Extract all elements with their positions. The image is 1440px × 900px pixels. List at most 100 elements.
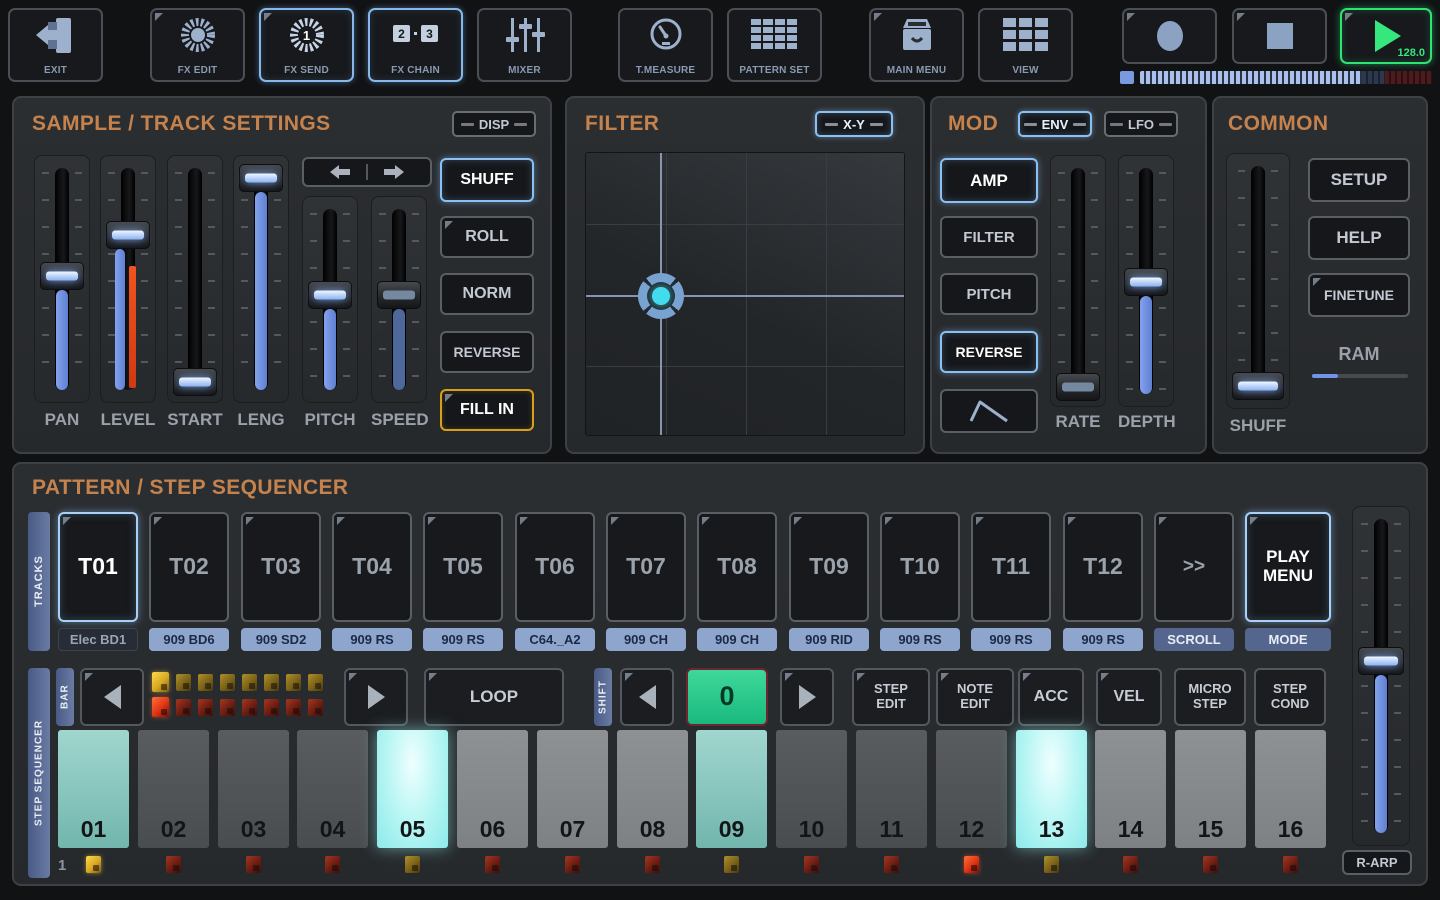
xy-cursor[interactable]: [638, 273, 684, 319]
exit-button[interactable]: EXIT: [8, 8, 103, 82]
slider-handle[interactable]: [1124, 268, 1168, 296]
start-slider[interactable]: [167, 155, 223, 403]
step-pad-10[interactable]: 10: [776, 730, 847, 848]
slider-handle[interactable]: [377, 281, 421, 309]
step-sequencer-tab[interactable]: STEP SEQUENCER: [28, 668, 50, 878]
fill-in-button[interactable]: FILL IN: [440, 389, 534, 431]
help-button[interactable]: HELP: [1308, 216, 1410, 260]
mod-pitch-button[interactable]: PITCH: [940, 273, 1038, 315]
step-pad-11[interactable]: 11: [856, 730, 927, 848]
step-pad-09[interactable]: 09: [696, 730, 767, 848]
track-button-t06[interactable]: T06: [515, 512, 595, 622]
step-pad-03[interactable]: 03: [218, 730, 289, 848]
speed-slider[interactable]: [371, 196, 427, 403]
vel-button[interactable]: VEL: [1096, 668, 1162, 726]
step-pad-05[interactable]: 05: [377, 730, 448, 848]
env-shape-button[interactable]: [940, 389, 1038, 433]
step-pad-12[interactable]: 12: [936, 730, 1007, 848]
fx-chain-button[interactable]: 2 3 FX CHAIN: [368, 8, 463, 82]
bar-tab[interactable]: BAR: [56, 668, 74, 726]
main-menu-button[interactable]: MAIN MENU: [869, 8, 964, 82]
track-button-t07[interactable]: T07: [606, 512, 686, 622]
t-measure-button[interactable]: T.MEASURE: [618, 8, 713, 82]
track-button-t12[interactable]: T12: [1063, 512, 1143, 622]
level-slider[interactable]: [100, 155, 156, 403]
prev-bar-button[interactable]: [80, 668, 144, 726]
mixer-button[interactable]: MIXER: [477, 8, 572, 82]
env-tab[interactable]: ENV: [1018, 111, 1092, 137]
counter-prev-button[interactable]: [620, 668, 674, 726]
pattern-master-slider[interactable]: [1352, 506, 1410, 846]
slider-handle[interactable]: [40, 262, 84, 290]
step-pad-06[interactable]: 06: [457, 730, 528, 848]
shift-counter-display[interactable]: 0: [686, 668, 768, 726]
fx-send-button[interactable]: 1 FX SEND: [259, 8, 354, 82]
lfo-tab[interactable]: LFO: [1104, 111, 1178, 137]
note-edit-button[interactable]: NOTE EDIT: [936, 668, 1014, 726]
mod-amp-button[interactable]: AMP: [940, 158, 1038, 203]
roll-button[interactable]: ROLL: [440, 216, 534, 258]
sample-nav-buttons[interactable]: [302, 157, 432, 187]
xy-mode-button[interactable]: X-Y: [815, 111, 893, 137]
depth-slider[interactable]: [1118, 155, 1174, 407]
step-cond-button[interactable]: STEP COND: [1254, 668, 1326, 726]
rate-slider[interactable]: [1050, 155, 1106, 407]
step-pad-02[interactable]: 02: [138, 730, 209, 848]
step-pad-01[interactable]: 01: [58, 730, 129, 848]
pan-slider[interactable]: [34, 155, 90, 403]
filter-xy-pad[interactable]: [585, 152, 905, 436]
step-edit-button[interactable]: STEP EDIT: [852, 668, 930, 726]
mod-reverse-button[interactable]: REVERSE: [940, 331, 1038, 373]
reverse-button[interactable]: REVERSE: [440, 331, 534, 373]
shuff-button[interactable]: SHUFF: [440, 158, 534, 202]
step-pad-15[interactable]: 15: [1175, 730, 1246, 848]
mod-filter-button[interactable]: FILTER: [940, 216, 1038, 258]
slider-handle[interactable]: [239, 164, 283, 192]
next-bar-button[interactable]: [344, 668, 408, 726]
view-button[interactable]: VIEW: [978, 8, 1073, 82]
leng-slider[interactable]: [233, 155, 289, 403]
track-button-t04[interactable]: T04: [332, 512, 412, 622]
pitch-slider[interactable]: [302, 196, 358, 403]
slider-handle[interactable]: [1358, 647, 1404, 675]
slider-handle[interactable]: [1232, 372, 1284, 400]
slider-handle[interactable]: [173, 368, 217, 396]
fx-edit-button[interactable]: FX EDIT: [150, 8, 245, 82]
setup-button[interactable]: SETUP: [1308, 158, 1410, 202]
step-pad-14[interactable]: 14: [1095, 730, 1166, 848]
norm-button[interactable]: NORM: [440, 273, 534, 315]
track-button-t10[interactable]: T10: [880, 512, 960, 622]
finetune-button[interactable]: FINETUNE: [1308, 273, 1410, 317]
track-button-t09[interactable]: T09: [789, 512, 869, 622]
record-button[interactable]: [1122, 8, 1217, 64]
track-button-t02[interactable]: T02: [149, 512, 229, 622]
track-button-t03[interactable]: T03: [241, 512, 321, 622]
loop-button[interactable]: LOOP: [424, 668, 564, 726]
track-button-t11[interactable]: T11: [971, 512, 1051, 622]
shift-tab[interactable]: SHIFT: [594, 668, 612, 726]
disp-button[interactable]: DISP: [452, 111, 536, 137]
track-button-t08[interactable]: T08: [697, 512, 777, 622]
track-button-t05[interactable]: T05: [423, 512, 503, 622]
common-shuff-slider[interactable]: [1226, 153, 1290, 409]
step-pad-16[interactable]: 16: [1255, 730, 1326, 848]
step-pad-13[interactable]: 13: [1016, 730, 1087, 848]
slider-handle[interactable]: [308, 281, 352, 309]
play-menu-button[interactable]: PLAY MENU: [1245, 512, 1331, 622]
play-button[interactable]: 128.0: [1340, 8, 1432, 64]
stop-button[interactable]: [1232, 8, 1327, 64]
r-arp-button[interactable]: R-ARP: [1342, 850, 1412, 875]
track-button-t01[interactable]: T01: [58, 512, 138, 622]
sample-next-arrow-icon[interactable]: [382, 164, 406, 180]
pattern-set-button[interactable]: PATTERN SET: [727, 8, 822, 82]
acc-button[interactable]: ACC: [1018, 668, 1084, 726]
step-pad-08[interactable]: 08: [617, 730, 688, 848]
micro-step-button[interactable]: MICRO STEP: [1174, 668, 1246, 726]
track-scroll-button[interactable]: >>: [1154, 512, 1234, 622]
sample-prev-arrow-icon[interactable]: [328, 164, 352, 180]
tracks-tab[interactable]: TRACKS: [28, 512, 50, 651]
counter-next-button[interactable]: [780, 668, 834, 726]
step-pad-07[interactable]: 07: [537, 730, 608, 848]
slider-handle[interactable]: [1056, 373, 1100, 401]
slider-handle[interactable]: [106, 221, 150, 249]
